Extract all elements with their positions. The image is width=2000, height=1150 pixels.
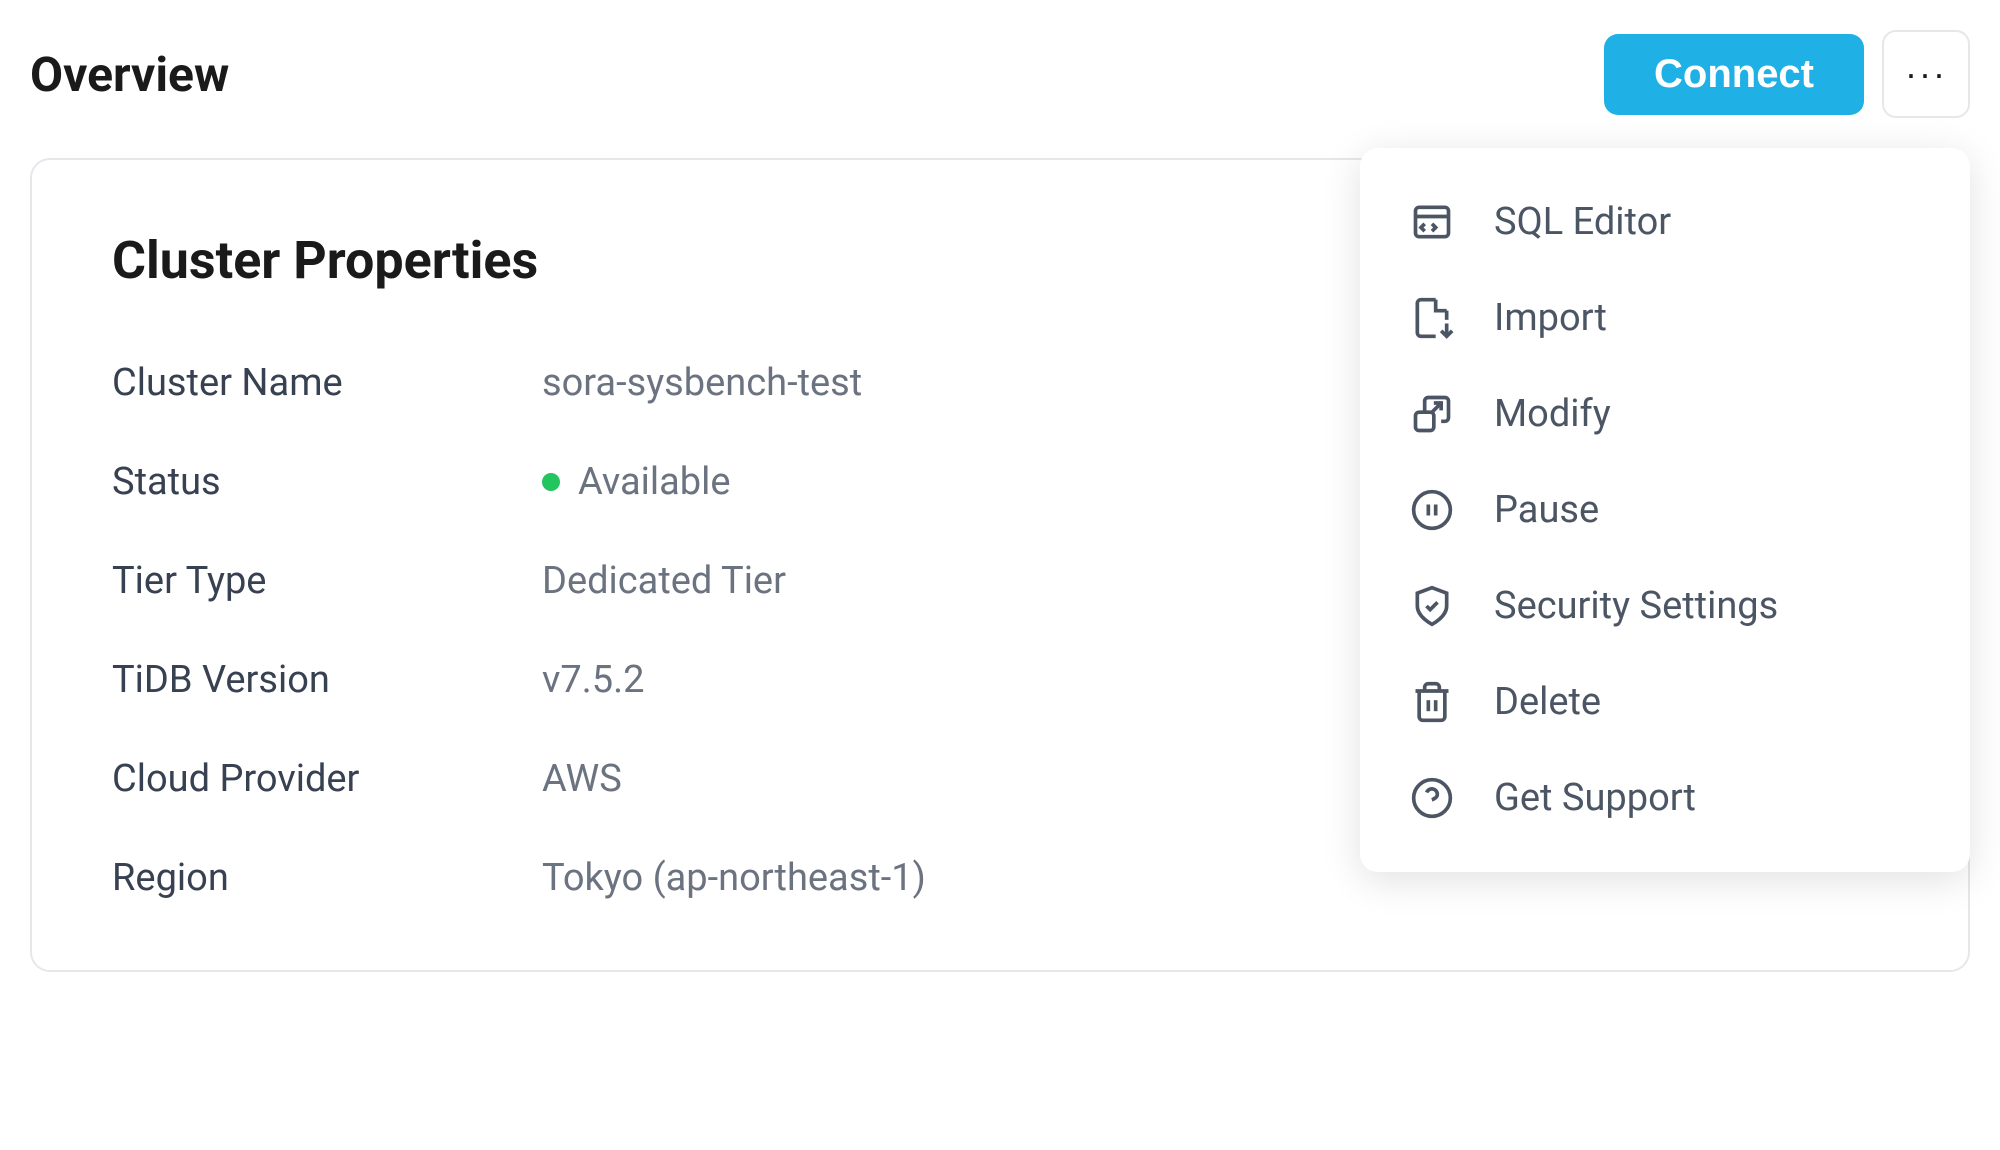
menu-item-label: Delete bbox=[1494, 680, 1601, 724]
property-label: Cloud Provider bbox=[112, 757, 542, 801]
more-dropdown-menu: SQL Editor Import Modify Pause Security bbox=[1360, 148, 1970, 872]
import-icon bbox=[1410, 296, 1454, 340]
status-text: Available bbox=[578, 460, 731, 504]
menu-item-label: Security Settings bbox=[1494, 584, 1778, 628]
menu-item-label: Modify bbox=[1494, 392, 1611, 436]
property-value: Dedicated Tier bbox=[542, 559, 786, 603]
menu-item-modify[interactable]: Modify bbox=[1360, 366, 1970, 462]
pause-icon bbox=[1410, 488, 1454, 532]
property-value: v7.5.2 bbox=[542, 658, 645, 702]
property-value: Available bbox=[542, 460, 731, 504]
content-area: Cluster Properties Cluster Name sora-sys… bbox=[30, 158, 1970, 972]
menu-item-label: Pause bbox=[1494, 488, 1599, 532]
connect-button[interactable]: Connect bbox=[1604, 34, 1864, 115]
shield-icon bbox=[1410, 584, 1454, 628]
menu-item-sql-editor[interactable]: SQL Editor bbox=[1360, 174, 1970, 270]
modify-icon bbox=[1410, 392, 1454, 436]
menu-item-security-settings[interactable]: Security Settings bbox=[1360, 558, 1970, 654]
more-menu-button[interactable]: ··· bbox=[1882, 30, 1970, 118]
menu-item-label: Import bbox=[1494, 296, 1607, 340]
page-header: Overview Connect ··· bbox=[30, 30, 1970, 118]
status-dot-icon bbox=[542, 473, 560, 491]
sql-editor-icon bbox=[1410, 200, 1454, 244]
header-actions: Connect ··· bbox=[1604, 30, 1970, 118]
property-value: sora-sysbench-test bbox=[542, 361, 862, 405]
trash-icon bbox=[1410, 680, 1454, 724]
property-label: Region bbox=[112, 856, 542, 900]
menu-item-import[interactable]: Import bbox=[1360, 270, 1970, 366]
page-title: Overview bbox=[30, 46, 229, 103]
menu-item-get-support[interactable]: Get Support bbox=[1360, 750, 1970, 846]
menu-item-pause[interactable]: Pause bbox=[1360, 462, 1970, 558]
property-value: Tokyo (ap-northeast-1) bbox=[542, 856, 926, 900]
property-label: Status bbox=[112, 460, 542, 504]
help-icon bbox=[1410, 776, 1454, 820]
property-label: Cluster Name bbox=[112, 361, 542, 405]
property-label: Tier Type bbox=[112, 559, 542, 603]
menu-item-label: Get Support bbox=[1494, 776, 1696, 820]
menu-item-delete[interactable]: Delete bbox=[1360, 654, 1970, 750]
property-label: TiDB Version bbox=[112, 658, 542, 702]
property-value: AWS bbox=[542, 757, 622, 801]
menu-item-label: SQL Editor bbox=[1494, 200, 1671, 244]
